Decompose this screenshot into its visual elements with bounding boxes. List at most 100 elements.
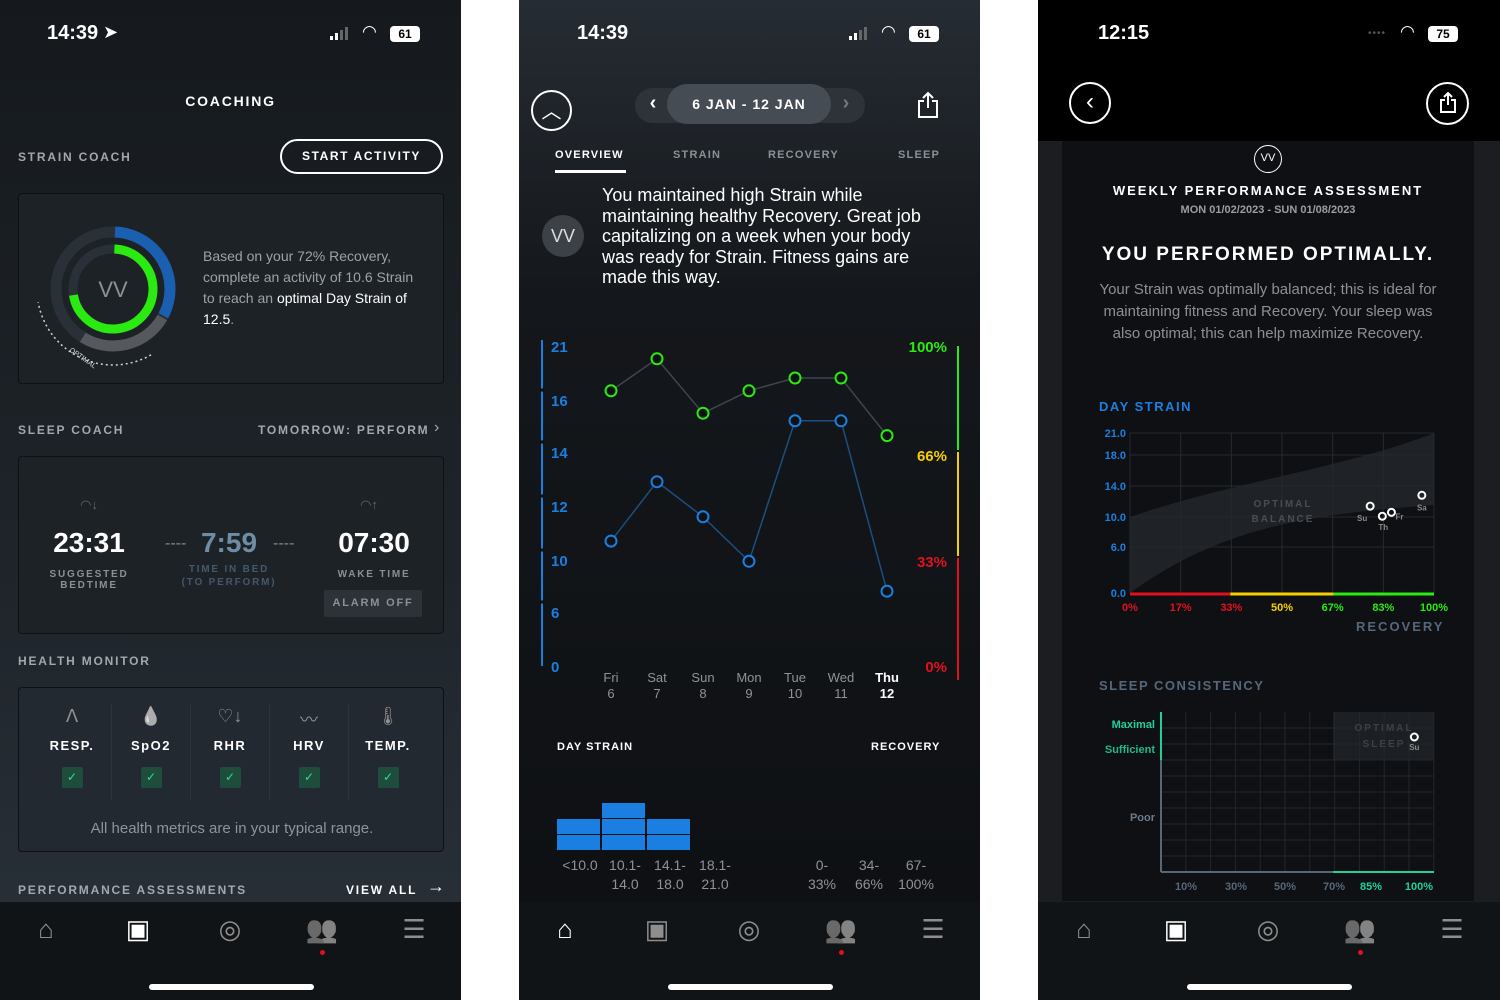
home-indicator <box>668 984 833 990</box>
strain-text-end: . <box>230 311 235 327</box>
recovery-point <box>788 371 802 385</box>
sunrise-icon: ◠↑ <box>360 497 378 512</box>
tab-recovery[interactable]: RECOVERY <box>768 149 839 161</box>
recovery-bin-label: 67- 100% <box>893 856 939 894</box>
time-in-bed-label: TIME IN BED (TO PERFORM) <box>181 564 277 588</box>
day-number: 12 <box>879 686 895 701</box>
collapse-chevron-up-button[interactable]: ︿ <box>531 90 572 131</box>
assessment-title: WEEKLY PERFORMANCE ASSESSMENT <box>1112 183 1424 198</box>
day-name: Wed <box>827 670 855 685</box>
day-name: Tue <box>784 670 806 685</box>
region-label: BALANCE <box>1252 514 1315 525</box>
health-monitor-label: HEALTH MONITOR <box>18 654 151 668</box>
insight-text: You maintained high Strain while maintai… <box>602 185 921 287</box>
coaching-clipboard-icon[interactable]: ▣ <box>120 914 156 945</box>
performance-assessment-screen: 12:15 •••• ◠ 75 ‹ VV WEEKLY PERFORMANCE … <box>1038 0 1500 1000</box>
bin-line2: 14.0 <box>611 876 639 892</box>
health-metric-rhr[interactable]: ♡↓ RHR ✓ <box>190 706 270 788</box>
home-chart-icon[interactable]: ⌂ <box>28 914 64 945</box>
weekly-overview-screen: 14:39 ◠ 61 ︿ ‹ 6 JAN - 12 JAN › OVERVIEW… <box>519 0 980 1000</box>
health-metric-resp[interactable]: ᐱ RESP. ✓ <box>32 706 112 788</box>
camera-icon[interactable]: ◎ <box>731 914 767 945</box>
recovery-bin-label: 0- 33% <box>799 856 845 894</box>
chevron-right-icon[interactable]: › <box>434 419 439 437</box>
strain-bin-label: 14.1- 18.0 <box>647 856 693 894</box>
view-all-link[interactable]: VIEW ALL <box>346 883 417 897</box>
bin-line1: 34- <box>858 857 880 873</box>
y-tick: 18.0 <box>1105 450 1126 462</box>
recovery-point <box>696 406 710 420</box>
x-label-sun: Sun 8 <box>683 670 723 702</box>
health-metric-hrv[interactable]: 〰 HRV ✓ <box>269 706 349 788</box>
share-icon[interactable] <box>917 91 939 119</box>
tomorrow-perform-link[interactable]: TOMORROW: PERFORM <box>258 423 429 437</box>
community-icon[interactable]: 👥 <box>823 914 859 945</box>
recovery-point <box>880 429 894 443</box>
menu-icon[interactable]: ☰ <box>396 914 432 945</box>
notification-dot <box>1358 950 1363 955</box>
camera-icon[interactable]: ◎ <box>1250 914 1286 945</box>
health-metric-temp[interactable]: 🌡 TEMP. ✓ <box>348 706 428 788</box>
alarm-off-button[interactable]: ALARM OFF <box>324 590 422 617</box>
strain-hist-cell <box>602 803 645 818</box>
metric-name: RHR <box>213 738 247 753</box>
date-range[interactable]: 6 JAN - 12 JAN <box>667 84 831 124</box>
start-activity-button[interactable]: START ACTIVITY <box>280 139 443 174</box>
home-indicator <box>1187 984 1352 990</box>
bin-line2: 21.0 <box>701 876 729 892</box>
wifi-icon: ◠ <box>881 22 896 41</box>
home-chart-icon[interactable]: ⌂ <box>547 914 583 945</box>
next-week-button[interactable]: › <box>836 92 856 115</box>
bin-line1: 67- <box>905 857 927 873</box>
x-label-fri: Fri 6 <box>591 670 631 702</box>
y-tick: 14.0 <box>1105 481 1126 493</box>
health-monitor-card[interactable]: All health metrics are in your typical r… <box>18 687 444 852</box>
x-label-mon: Mon 9 <box>729 670 769 702</box>
prev-week-button[interactable]: ‹ <box>643 92 663 115</box>
recovery-axis-label: RECOVERY <box>1356 619 1445 634</box>
recovery-bin-label: 34- 66% <box>846 856 892 894</box>
heartbeat-icon: 〰 <box>300 710 318 730</box>
menu-icon[interactable]: ☰ <box>1434 914 1470 945</box>
tab-overview[interactable]: OVERVIEW <box>555 149 624 161</box>
region-label: OPTIMAL <box>1355 723 1414 734</box>
share-button[interactable] <box>1426 82 1469 125</box>
x-tick: 30% <box>1225 881 1247 893</box>
coaching-clipboard-icon[interactable]: ▣ <box>639 914 675 945</box>
arrow-right-icon[interactable]: → <box>427 876 445 897</box>
sleep-consistency-scatter: Maximal Sufficient Poor 10% 30% 50% 70% 85% 100%… <box>1105 712 1435 893</box>
recovery-point <box>604 384 618 398</box>
location-arrow-icon: ➤ <box>103 22 119 42</box>
home-indicator <box>149 984 314 990</box>
x-label-tue: Tue 10 <box>775 670 815 702</box>
community-icon[interactable]: 👥 <box>1342 914 1378 945</box>
battery-indicator: 61 <box>390 26 420 42</box>
x-label-sat: Sat 7 <box>637 670 677 702</box>
x-tick: 100% <box>1420 602 1448 614</box>
menu-icon[interactable]: ☰ <box>915 914 951 945</box>
day-strain-title: DAY STRAIN <box>1099 399 1193 414</box>
check-icon: ✓ <box>219 767 241 788</box>
strain-coach-label: STRAIN COACH <box>18 150 132 164</box>
lungs-icon: ᐱ <box>65 706 79 726</box>
strain-point <box>696 510 710 524</box>
tab-sleep[interactable]: SLEEP <box>898 149 940 161</box>
coaching-clipboard-icon[interactable]: ▣ <box>1158 914 1194 945</box>
suggested-bedtime: 23:31 <box>53 527 125 558</box>
health-metric-spo2[interactable]: 💧 SpO2 ✓ <box>111 706 191 788</box>
camera-icon[interactable]: ◎ <box>212 914 248 945</box>
strain-coach-text: Based on your 72% Recovery, complete an … <box>203 246 423 330</box>
strain-hist-cell <box>647 835 690 850</box>
community-icon[interactable]: 👥 <box>304 914 340 945</box>
y-tick: Poor <box>1130 812 1156 824</box>
bin-line2: 100% <box>898 876 934 892</box>
notification-dot <box>839 950 844 955</box>
home-chart-icon[interactable]: ⌂ <box>1066 914 1102 945</box>
back-button[interactable]: ‹ <box>1069 82 1111 124</box>
strain-recovery-line-chart: 21 16 14 12 10 6 0 100% 66% 33% 0% <box>540 339 959 680</box>
strain-point <box>742 554 756 568</box>
sunset-icon: ◠↓ <box>80 497 98 512</box>
strain-hist-cell <box>557 835 600 850</box>
tab-strain[interactable]: STRAIN <box>673 149 721 161</box>
assessment-body: Your Strain was optimally balanced; this… <box>1099 281 1437 342</box>
